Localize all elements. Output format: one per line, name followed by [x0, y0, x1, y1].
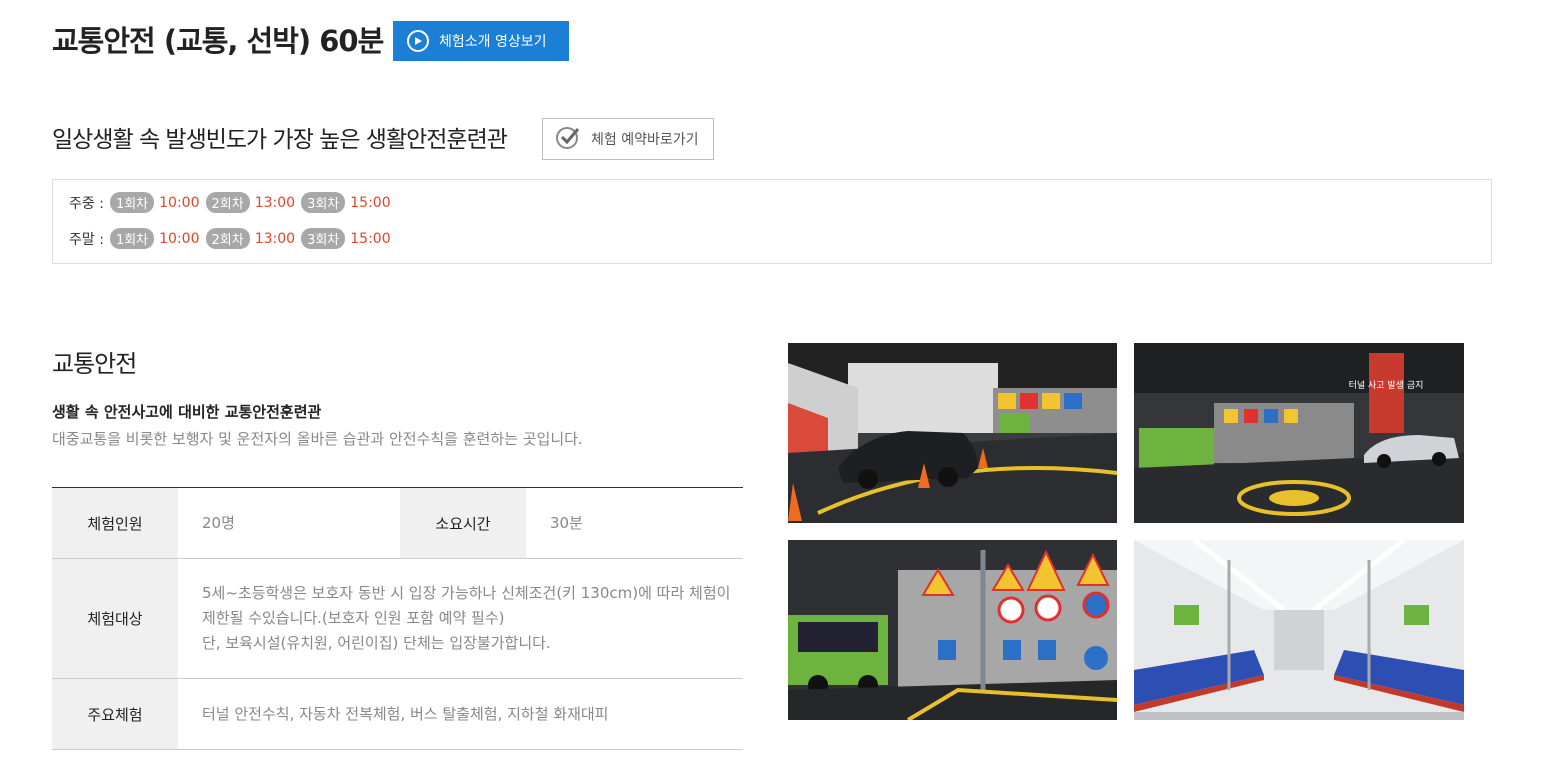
session-badge: 2회차 [205, 192, 250, 213]
info-table: 체험인원 20명 소요시간 30분 체험대상 5세~초등학생은 보호자 동반 시… [52, 487, 743, 750]
reserve-label: 체험 예약바로가기 [591, 132, 699, 148]
video-intro-button[interactable]: 체험소개 영상보기 [393, 21, 569, 61]
main-experience-value: 터널 안전수칙, 자동차 전복체험, 버스 탈출체험, 지하철 화재대피 [178, 678, 743, 750]
session-badge: 3회차 [301, 228, 346, 249]
table-row: 체험인원 20명 소요시간 30분 [52, 487, 743, 559]
session-time: 10:00 [159, 230, 200, 247]
target-value: 5세~초등학생은 보호자 동반 시 입장 가능하나 신체조건(키 130cm)에… [178, 558, 743, 679]
session-time: 13:00 [254, 194, 296, 211]
session-badge: 2회차 [205, 228, 250, 249]
section-description: 대중교통을 비롯한 보행자 및 운전자의 올바른 습관과 안전수칙을 훈련하는 … [52, 430, 583, 448]
duration-label: 소요시간 [400, 487, 526, 559]
photo-car-tunnel [788, 343, 1117, 523]
table-row: 주요체험 터널 안전수칙, 자동차 전복체험, 버스 탈출체험, 지하철 화재대… [52, 678, 743, 750]
main-experience-label: 주요체험 [52, 678, 178, 750]
play-icon [407, 30, 429, 52]
people-label: 체험인원 [52, 487, 178, 559]
duration-value: 30분 [526, 487, 743, 559]
session-time: 10:00 [159, 194, 200, 211]
photo-bus-car: 터널 사고 발생 금지 [1134, 343, 1464, 523]
people-value: 20명 [178, 487, 400, 559]
table-row: 체험대상 5세~초등학생은 보호자 동반 시 입장 가능하나 신체조건(키 13… [52, 558, 743, 679]
tunnel-sign-text: 터널 사고 발생 금지 [1349, 380, 1424, 391]
target-line: 5세~초등학생은 보호자 동반 시 입장 가능하나 신체조건(키 130cm)에… [202, 584, 731, 602]
weekend-label: 주말 : [69, 231, 104, 248]
target-label: 체험대상 [52, 558, 178, 679]
session-time: 15:00 [350, 194, 391, 211]
intro-subtitle: 일상생활 속 발생빈도가 가장 높은 생활안전훈련관 [52, 127, 508, 153]
check-circle-icon [555, 124, 581, 154]
session-badge: 1회차 [109, 228, 155, 249]
photo-road-signs [788, 540, 1117, 720]
section-title: 교통안전 [52, 350, 137, 378]
session-badge: 1회차 [109, 192, 155, 213]
video-intro-label: 체험소개 영상보기 [439, 34, 547, 50]
schedule-weekend-row: 주말 : 1회차 10:00 2회차 13:00 3회차 15:00 [69, 228, 397, 249]
target-line: 제한될 수있습니다.(보호자 인원 포함 예약 필수) [202, 609, 505, 627]
page-title: 교통안전 (교통, 선박) 60분 [52, 24, 384, 58]
target-line: 단, 보육시설(유치원, 어린이집) 단체는 입장불가합니다. [202, 634, 551, 652]
session-time: 13:00 [254, 230, 296, 247]
session-badge: 3회차 [301, 192, 346, 213]
session-time: 15:00 [350, 230, 391, 247]
section-description-bold: 생활 속 안전사고에 대비한 교통안전훈련관 [52, 403, 322, 421]
schedule-box: 주중 : 1회차 10:00 2회차 13:00 3회차 15:00 주말 : … [52, 179, 1492, 264]
reserve-button[interactable]: 체험 예약바로가기 [542, 118, 714, 160]
schedule-weekday-row: 주중 : 1회차 10:00 2회차 13:00 3회차 15:00 [69, 192, 397, 213]
photo-subway [1134, 540, 1464, 720]
weekday-label: 주중 : [69, 195, 104, 212]
